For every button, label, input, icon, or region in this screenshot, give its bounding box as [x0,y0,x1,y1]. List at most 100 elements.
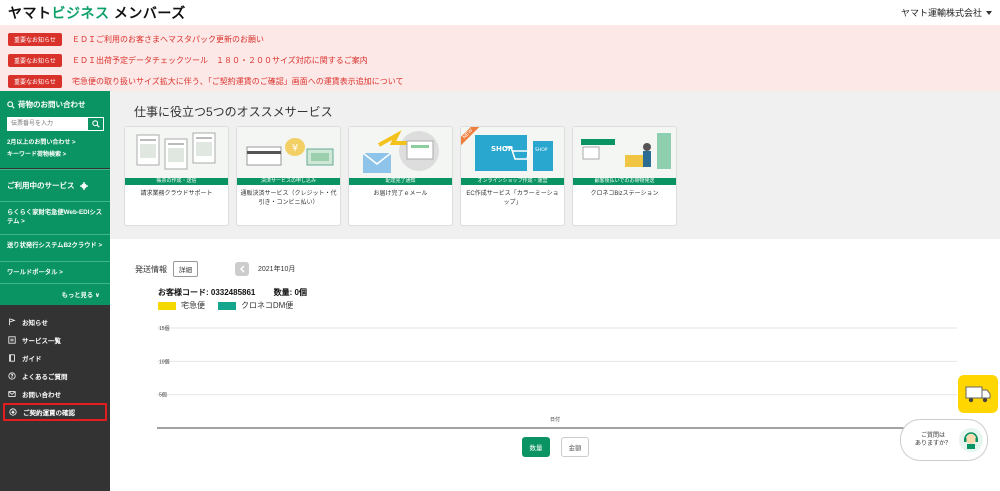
notice-bar: 重要なお知らせ ＥＤＩご利用のお客さまへマスタパック更新のお願い 重要なお知らせ… [0,25,1000,91]
notice-item[interactable]: 重要なお知らせ ＥＤＩご利用のお客さまへマスタパック更新のお願い [0,29,1000,50]
previous-month-button[interactable] [235,262,249,276]
legend-label-takkyubin: 宅急便 [181,301,205,310]
card-caption: オンラインショップ作成・運営 [461,178,564,185]
services-title: ご利用中のサービス [7,181,75,190]
card-caption: 帳票の作成・送信 [125,178,228,185]
customer-summary: お客様コード: 0332485861 数量: 0個 [158,287,1000,298]
services-header: ご利用中のサービス [0,169,110,201]
nav-label: ご契約運賃の確認 [23,410,75,417]
card-label: EC作成サービス「カラーミーショップ」 [466,191,559,206]
chevron-left-icon [239,265,245,273]
nav-item-guide[interactable]: ガイド [0,349,110,367]
card-caption: 顧客後払いでのお荷物発送 [573,178,676,185]
detail-button[interactable]: 詳細 [173,261,198,277]
nav-item-faq[interactable]: ? よくあるご質問 [0,367,110,385]
service-link-web-edi[interactable]: らくらく家財宅急便Web-EDIシステム > [0,201,110,234]
main-content: 仕事に役立つ5つのオススメサービス 帳票の作成・送信 請求業務クラウドサポート [110,91,1000,491]
company-name: ヤマト運輸株式会社 [900,8,982,18]
legend-swatch-dm [218,301,236,310]
notice-item[interactable]: 重要なお知らせ ＥＤＩ出荷予定データチェックツール １８０・２００サイズ対応に関… [0,50,1000,71]
gear-icon[interactable] [79,181,88,190]
service-card-biz-station[interactable]: 顧客後払いでのお荷物発送 クロネコBizステーション [572,126,677,226]
tracking-number-input[interactable] [7,117,87,131]
recommended-services: 仕事に役立つ5つのオススメサービス 帳票の作成・送信 請求業務クラウドサポート [110,91,1000,239]
notice-badge: 重要なお知らせ [8,75,62,88]
tracking-search-panel: 荷物のお問い合わせ 2月以上のお問い合わせ > キーワード荷物検索 > [0,91,110,168]
svg-text:¥: ¥ [292,143,298,154]
shop-illustration: SHOP SHOP NEW [461,127,564,178]
legend-label-dm: クロネコDM便 [241,301,294,310]
chart-legend: 宅急便 クロネコDM便 [158,300,1000,311]
service-cards: 帳票の作成・送信 請求業務クラウドサポート ¥ 決済サービスの申し込み 通販決済… [124,126,988,226]
shipment-title: 発送情報 [135,264,167,274]
card-label: 通販決済サービス（クレジット・代引き・コンビニ払い） [240,191,337,206]
nav-label: ガイド [22,356,42,363]
nav-item-contact[interactable]: お問い合わせ [0,385,110,403]
card-label: お届け完了ｅメール [373,191,428,197]
nav-label: お知らせ [22,320,48,327]
logo-tail: メンバーズ [113,4,186,21]
invoice-illustration [125,127,228,178]
nav-label: よくあるご質問 [22,374,68,381]
sidebar: 荷物のお問い合わせ 2月以上のお問い合わせ > キーワード荷物検索 > ご利用中… [0,91,110,491]
logo-main: ヤマト [8,4,52,21]
nav-item-service-list[interactable]: サービス一覧 [0,331,110,349]
service-card-invoice[interactable]: 帳票の作成・送信 請求業務クラウドサポート [124,126,229,226]
svg-text:SHOP: SHOP [491,145,513,153]
yen-icon: ¥ [9,408,17,416]
total-quantity: 数量: 0個 [273,288,307,297]
x-axis-label: 日付 [550,417,561,423]
service-link-world-portal[interactable]: ワールドポータル > [0,261,110,283]
book-icon [9,354,15,362]
tracking-search-row [7,117,104,131]
long-term-inquiry-link[interactable]: 2月以上のお問い合わせ > [7,137,104,146]
svg-text:SHOP: SHOP [535,147,548,153]
svg-text:¥: ¥ [11,410,14,416]
account-menu[interactable]: ヤマト運輸株式会社 [901,6,992,19]
delivery-widget-button[interactable] [958,375,998,413]
nav-label: お問い合わせ [22,392,61,399]
operator-avatar-icon [959,428,984,452]
logo[interactable]: ヤマトビジネス メンバーズ [8,3,186,23]
current-month: 2021年10月 [258,266,296,273]
question-icon: ? [8,372,16,380]
notice-badge: 重要なお知らせ [8,33,62,46]
svg-text:?: ? [11,374,14,380]
notice-link[interactable]: ＥＤＩ出荷予定データチェックツール １８０・２００サイズ対応に関するご案内 [72,55,368,66]
sidebar-nav: お知らせ サービス一覧 ガイド ? よくあるご質問 お問い合わせ ¥ ご契約運賃… [0,305,110,421]
more-services-button[interactable]: もっと見る ∨ [0,283,110,305]
notice-link[interactable]: 宅急便の取り扱いサイズ拡大に伴う、「ご契約運賃のご確認」画面への運賃表示追加につ… [72,76,404,87]
toggle-quantity[interactable]: 数量 [522,437,550,457]
tracking-search-button[interactable] [87,117,104,131]
top-header: ヤマトビジネス メンバーズ ヤマト運輸株式会社 [0,0,1000,25]
mail-icon [8,391,16,397]
nav-item-news[interactable]: お知らせ [0,313,110,331]
search-icon [91,120,100,128]
caret-down-icon [986,10,992,15]
nav-item-contract-rates[interactable]: ¥ ご契約運賃の確認 [3,403,107,421]
y-tick-label: 15個 [159,325,170,332]
keyword-search-link[interactable]: キーワード荷物検索 > [7,149,104,158]
toggle-amount[interactable]: 金額 [561,437,589,457]
payment-illustration: ¥ [237,127,340,178]
email-illustration [349,127,452,178]
y-tick-label: 10個 [159,358,170,365]
customer-code: お客様コード: 0332485861 [158,288,256,297]
notice-item[interactable]: 重要なお知らせ 宅急便の取り扱いサイズ拡大に伴う、「ご契約運賃のご確認」画面への… [0,71,1000,92]
service-card-ec-shop[interactable]: SHOP SHOP NEW オンラインショップ作成・運営 EC作成サービス「カラ… [460,126,565,226]
nav-label: サービス一覧 [22,338,61,345]
help-chat-button[interactable]: ご質問は ありますか？ [900,419,988,461]
shipment-header: 発送情報 詳細 2021年10月 [135,261,1000,277]
search-icon [7,100,15,109]
biz-station-illustration [573,127,676,178]
notice-badge: 重要なお知らせ [8,54,62,67]
service-card-delivery-email[interactable]: 配達完了通知 お届け完了ｅメール [348,126,453,226]
notice-link[interactable]: ＥＤＩご利用のお客さまへマスタパック更新のお願い [72,34,264,45]
card-caption: 配達完了通知 [349,178,452,185]
shipment-chart: 15個 10個 5個 [157,325,957,429]
help-text-line2: ありますか？ [915,441,952,447]
service-link-b2-cloud[interactable]: 送り状発行システムB2クラウド > [0,234,110,261]
y-tick-label: 5個 [159,392,167,399]
card-label: クロネコBizステーション [590,191,659,197]
service-card-payment[interactable]: ¥ 決済サービスの申し込み 通販決済サービス（クレジット・代引き・コンビニ払い） [236,126,341,226]
